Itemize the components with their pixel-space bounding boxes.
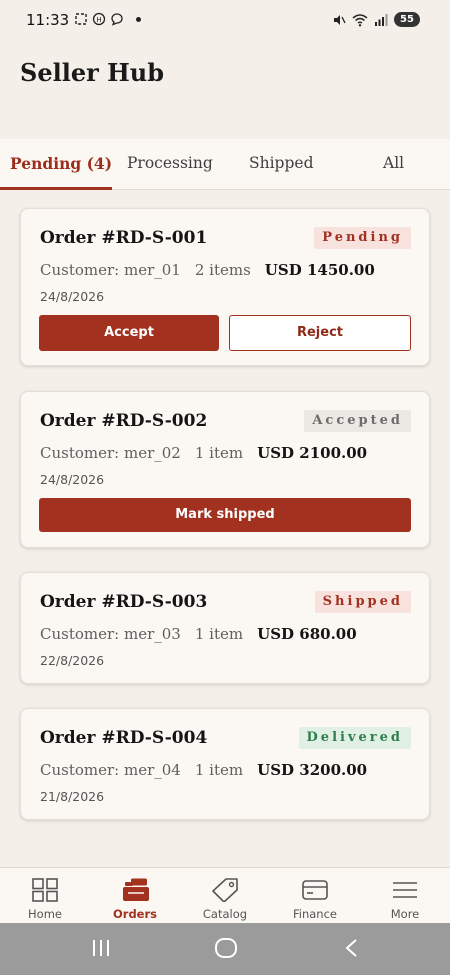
recent-apps-button[interactable] (90, 937, 112, 963)
order-id: Order #RD-S-002 (40, 411, 208, 431)
nav-home[interactable]: Home (0, 868, 90, 924)
status-time: 11:33 (26, 11, 70, 29)
card-icon (302, 880, 328, 900)
order-date: 24/8/2026 (40, 289, 105, 304)
notification-icons: H (74, 12, 141, 26)
nav-catalog[interactable]: Catalog (180, 868, 270, 924)
item-count: 1 item (194, 625, 244, 643)
screenshot-icon (75, 13, 87, 25)
grid-icon (32, 878, 58, 902)
tab-pending[interactable]: Pending (4) (10, 154, 112, 173)
tab-processing[interactable]: Processing (127, 154, 213, 172)
mute-icon (334, 14, 346, 25)
order-card[interactable]: Order #RD-S-004 Delivered Customer: mer_… (20, 708, 430, 820)
status-bar: 11:33 H 55 (0, 0, 450, 42)
home-circle-icon (215, 938, 237, 958)
menu-icon (393, 882, 417, 898)
order-id: Order #RD-S-001 (40, 228, 208, 248)
order-meta: Customer: mer_03 1 item USD 680.00 (40, 625, 357, 643)
status-badge: Pending (314, 227, 411, 249)
reject-button[interactable]: Reject (229, 315, 411, 351)
order-amount: USD 680.00 (257, 625, 357, 643)
order-meta: Customer: mer_02 1 item USD 2100.00 (40, 444, 367, 462)
chat-icon (111, 13, 123, 26)
nav-more[interactable]: More (360, 868, 450, 924)
customer-name: Customer: mer_04 (40, 761, 181, 779)
item-count: 1 item (194, 761, 244, 779)
item-count: 2 items (194, 261, 251, 279)
status-badge: Accepted (304, 410, 411, 432)
h-circle-icon: H (92, 12, 106, 26)
order-amount: USD 3200.00 (257, 761, 368, 779)
order-amount: USD 1450.00 (264, 261, 375, 279)
back-button[interactable] (342, 937, 362, 963)
system-navigation-bar (0, 923, 450, 975)
order-status-tabs: Pending (4) Processing Shipped All (0, 139, 450, 190)
mark-shipped-button[interactable]: Mark shipped (39, 498, 411, 532)
order-card[interactable]: Order #RD-S-001 Pending Customer: mer_01… (20, 208, 430, 366)
signal-icon (375, 13, 388, 26)
more-notifications-dot (136, 16, 141, 22)
status-badge: Delivered (298, 727, 411, 749)
nav-label: Orders (113, 907, 157, 921)
recents-icon (93, 940, 109, 956)
nav-orders[interactable]: Orders (90, 868, 180, 924)
order-meta: Customer: mer_01 2 items USD 1450.00 (40, 261, 375, 279)
order-card[interactable]: Order #RD-S-002 Accepted Customer: mer_0… (20, 391, 430, 548)
home-button[interactable] (214, 937, 238, 963)
status-badge: Shipped (314, 591, 411, 613)
back-chevron-icon (345, 939, 357, 957)
nav-label: Catalog (202, 907, 248, 921)
item-count: 1 item (194, 444, 244, 462)
customer-name: Customer: mer_03 (40, 625, 181, 643)
nav-finance[interactable]: Finance (270, 868, 360, 924)
accept-button[interactable]: Accept (39, 315, 219, 351)
bottom-navigation: Home Orders Catalog Finance More (0, 867, 450, 923)
tab-all[interactable]: All (383, 154, 404, 172)
order-amount: USD 2100.00 (257, 444, 368, 462)
order-id: Order #RD-S-003 (40, 592, 208, 612)
svg-text:H: H (96, 16, 101, 24)
system-icons: 55 (332, 12, 420, 27)
nav-label: Home (28, 907, 62, 921)
page-title: Seller Hub (20, 58, 165, 87)
nav-label: More (390, 907, 420, 921)
tab-shipped[interactable]: Shipped (249, 154, 314, 172)
tag-icon (212, 878, 238, 902)
wifi-icon (352, 13, 368, 26)
active-tab-indicator (0, 187, 112, 190)
nav-label: Finance (293, 907, 337, 921)
order-id: Order #RD-S-004 (40, 728, 208, 748)
order-date: 24/8/2026 (40, 472, 105, 487)
order-date: 22/8/2026 (40, 653, 105, 668)
battery-indicator: 55 (394, 12, 420, 27)
order-card[interactable]: Order #RD-S-003 Shipped Customer: mer_03… (20, 572, 430, 684)
order-date: 21/8/2026 (40, 789, 105, 804)
customer-name: Customer: mer_02 (40, 444, 181, 462)
orders-icon (123, 878, 149, 901)
customer-name: Customer: mer_01 (40, 261, 181, 279)
order-meta: Customer: mer_04 1 item USD 3200.00 (40, 761, 367, 779)
